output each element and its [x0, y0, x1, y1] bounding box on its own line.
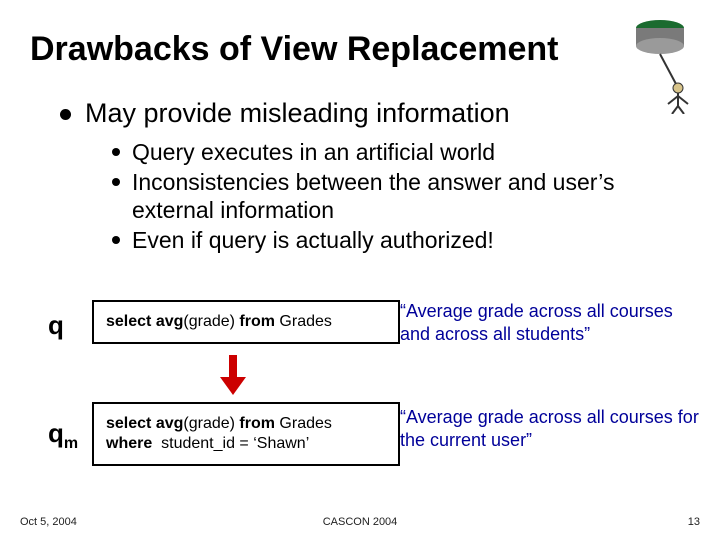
bullet-dot-icon	[112, 178, 120, 186]
down-arrow-icon	[218, 355, 248, 395]
sub-bullet-text: Inconsistencies between the answer and u…	[132, 168, 672, 224]
label-sub: m	[64, 435, 78, 452]
footer-venue: CASCON 2004	[0, 516, 720, 528]
decorative-clipart	[618, 14, 698, 114]
footer-page-number: 13	[688, 516, 700, 528]
quote-q: “Average grade across all courses and ac…	[400, 300, 700, 345]
bullet-dot-icon	[112, 148, 120, 156]
sub-bullet: Inconsistencies between the answer and u…	[112, 168, 672, 224]
code-line: select avg(grade) from Grades	[106, 415, 332, 432]
query-label-q: q	[48, 310, 64, 341]
code-line: select avg(grade) from Grades	[106, 313, 332, 330]
query-label-qm: qm	[48, 418, 78, 453]
main-bullet-text: May provide misleading information	[85, 98, 510, 129]
label-main: q	[48, 418, 64, 448]
code-box-q: select avg(grade) from Grades	[92, 300, 400, 344]
main-bullet: May provide misleading information	[60, 98, 510, 129]
code-box-qm: select avg(grade) from Grades where stud…	[92, 402, 400, 466]
bullet-dot-icon	[112, 236, 120, 244]
slide-title: Drawbacks of View Replacement	[30, 30, 558, 69]
slide: Drawbacks of View Replacement May provid…	[0, 0, 720, 540]
bullet-dot-icon	[60, 109, 71, 120]
sub-bullet: Query executes in an artificial world	[112, 138, 672, 166]
sub-bullet-list: Query executes in an artificial world In…	[112, 138, 672, 256]
code-line: where student_id = ‘Shawn’	[106, 435, 309, 452]
sub-bullet: Even if query is actually authorized!	[112, 226, 672, 254]
sub-bullet-text: Query executes in an artificial world	[132, 138, 495, 166]
sub-bullet-text: Even if query is actually authorized!	[132, 226, 494, 254]
quote-qm: “Average grade across all courses for th…	[400, 406, 700, 451]
